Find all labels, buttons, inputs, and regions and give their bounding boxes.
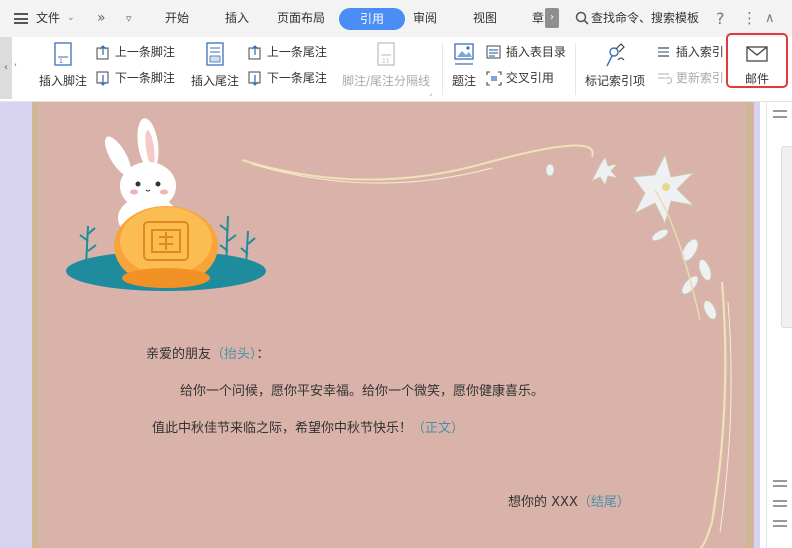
tab-home[interactable]: 开始 bbox=[165, 0, 189, 37]
scroll-page-down-icon[interactable] bbox=[773, 500, 787, 510]
menu-bar: 文件 ⌄ » ▿ 开始 插入 页面布局 引用 审阅 视图 章 › 查找命令、搜索… bbox=[0, 0, 792, 38]
insert-table-of-figures-button[interactable]: 插入表目录 bbox=[486, 43, 566, 60]
more-menu-icon[interactable]: ⋮ bbox=[742, 0, 757, 37]
next-footnote-button[interactable]: 下一条脚注 bbox=[96, 69, 175, 86]
note-separator-icon: 11 bbox=[377, 42, 395, 66]
more-tools-icon[interactable]: » bbox=[97, 0, 106, 37]
caption-icon bbox=[454, 43, 474, 65]
tab-view[interactable]: 视图 bbox=[473, 0, 497, 37]
help-icon[interactable]: ? bbox=[716, 0, 725, 37]
insert-footnote-button[interactable]: 1 插入脚注 bbox=[36, 42, 90, 89]
signature-placeholder-hint[interactable]: （结尾） bbox=[578, 495, 630, 510]
insert-index-button[interactable]: 插入索引 bbox=[656, 43, 724, 60]
next-footnote-icon bbox=[96, 71, 109, 86]
mail-button-highlight bbox=[726, 33, 788, 88]
ribbon-toolbar: ‹ , 1 插入脚注 上一条脚注 下一条脚注 插入尾注 上一条尾注 下一条尾注 … bbox=[0, 37, 792, 102]
previous-footnote-button[interactable]: 上一条脚注 bbox=[96, 43, 175, 60]
page-edge-left bbox=[32, 102, 38, 548]
hamburger-menu-icon[interactable] bbox=[14, 13, 28, 24]
update-index-icon bbox=[658, 73, 672, 85]
previous-endnote-icon bbox=[248, 45, 261, 60]
body-placeholder-hint[interactable]: （正文） bbox=[412, 421, 464, 436]
command-search-input[interactable]: 查找命令、搜索模板 bbox=[591, 0, 699, 37]
body-paragraph-1: 给你一个问候，愿你平安幸福。给你一个微笑，愿你健康喜乐。 bbox=[180, 384, 545, 399]
group-dropdown-icon[interactable]: , bbox=[14, 57, 17, 68]
quick-access-dropdown-icon[interactable]: ▿ bbox=[126, 0, 132, 37]
footnote-icon: 1 bbox=[54, 42, 72, 66]
insert-index-icon bbox=[658, 47, 669, 57]
group-divider bbox=[575, 43, 576, 95]
insert-endnote-button[interactable]: 插入尾注 bbox=[188, 42, 242, 89]
note-separator-button[interactable]: 11 脚注/尾注分隔线 bbox=[340, 42, 432, 89]
chevron-down-icon[interactable]: ⌄ bbox=[67, 0, 75, 37]
page-edge-right bbox=[746, 102, 752, 548]
tab-chapter[interactable]: 章 bbox=[532, 0, 544, 37]
next-endnote-button[interactable]: 下一条尾注 bbox=[248, 69, 327, 86]
next-endnote-icon bbox=[248, 71, 261, 86]
vertical-scrollbar[interactable] bbox=[766, 102, 792, 548]
scrollbar-thumb[interactable] bbox=[781, 146, 792, 328]
previous-endnote-button[interactable]: 上一条尾注 bbox=[248, 43, 327, 60]
tab-references[interactable]: 引用 bbox=[339, 8, 405, 30]
svg-text:11: 11 bbox=[382, 58, 390, 65]
signature-text: 想你的 XXX bbox=[508, 495, 578, 510]
salutation-text: 亲爱的朋友 bbox=[146, 347, 212, 362]
collapse-ribbon-icon[interactable]: ∧ bbox=[765, 0, 775, 37]
dialog-launcher-icon[interactable]: ⌟ bbox=[429, 89, 432, 97]
flower-branch-decoration bbox=[545, 153, 717, 321]
tab-page-layout[interactable]: 页面布局 bbox=[277, 0, 325, 37]
signature-line: 想你的 XXX（结尾） bbox=[508, 491, 630, 510]
mark-index-entry-button[interactable]: 标记索引项 bbox=[582, 42, 648, 89]
body-paragraph-2: 值此中秋佳节来临之际，希望你中秋节快乐！（正文） bbox=[152, 417, 464, 436]
scroll-down-icon[interactable] bbox=[773, 520, 787, 530]
tab-scroll-right-icon[interactable]: › bbox=[545, 8, 559, 28]
scroll-up-icon[interactable] bbox=[773, 106, 787, 124]
document-page[interactable]: 亲爱的朋友（抬头）： 给你一个问候，愿你平安幸福。给你一个微笑，愿你健康喜乐。 … bbox=[32, 102, 754, 548]
table-of-figures-icon bbox=[486, 45, 501, 59]
mark-index-icon bbox=[606, 43, 625, 67]
group-divider bbox=[442, 43, 443, 95]
scroll-page-up-icon[interactable] bbox=[773, 480, 787, 490]
salutation-placeholder-hint[interactable]: （抬头） bbox=[211, 347, 257, 362]
search-icon bbox=[575, 11, 589, 25]
ribbon-scroll-left-icon[interactable]: ‹ bbox=[0, 37, 12, 99]
endnote-icon bbox=[206, 42, 224, 66]
previous-footnote-icon bbox=[96, 45, 109, 60]
rabbit-mooncake-illustration bbox=[66, 118, 266, 291]
update-index-button[interactable]: 更新索引 bbox=[656, 69, 724, 86]
file-menu[interactable]: 文件 bbox=[36, 0, 60, 37]
tab-insert[interactable]: 插入 bbox=[225, 0, 249, 37]
caption-button[interactable]: 题注 bbox=[448, 42, 480, 89]
salutation-colon: ： bbox=[256, 347, 270, 362]
cross-reference-icon bbox=[486, 71, 502, 86]
svg-text:1: 1 bbox=[59, 58, 63, 65]
tab-review[interactable]: 审阅 bbox=[413, 0, 437, 37]
cross-reference-button[interactable]: 交叉引用 bbox=[486, 69, 554, 86]
salutation-line: 亲爱的朋友（抬头）： bbox=[146, 343, 270, 362]
body-text: 值此中秋佳节来临之际，希望你中秋节快乐！ bbox=[152, 421, 413, 436]
